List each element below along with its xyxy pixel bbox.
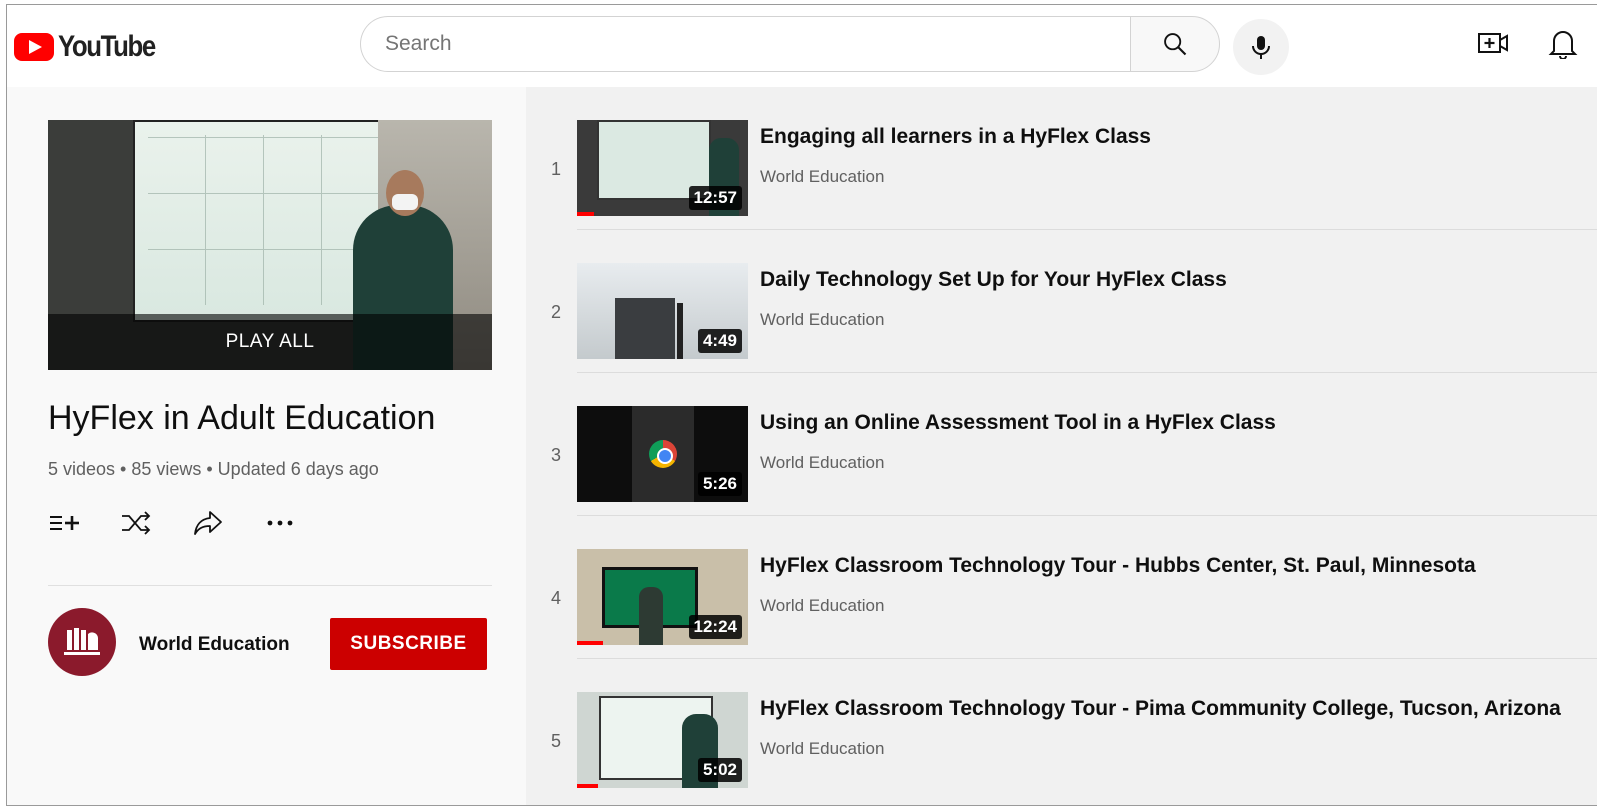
playlist-actions [48, 507, 296, 539]
create-video-icon [1478, 33, 1508, 53]
video-channel[interactable]: World Education [760, 167, 884, 187]
video-title[interactable]: Engaging all learners in a HyFlex Class [760, 125, 1151, 149]
playlist-thumbnail[interactable]: PLAY ALL [48, 120, 492, 370]
video-duration: 4:49 [697, 329, 742, 353]
video-channel[interactable]: World Education [760, 453, 884, 473]
subscribe-button[interactable]: SUBSCRIBE [330, 618, 487, 670]
create-button[interactable] [1477, 30, 1509, 61]
video-title[interactable]: HyFlex Classroom Technology Tour - Hubbs… [760, 554, 1476, 578]
video-thumbnail[interactable]: 4:49 [577, 263, 748, 359]
add-to-queue-button[interactable] [48, 507, 80, 539]
video-duration: 12:57 [688, 186, 742, 210]
thumb-art [639, 587, 663, 645]
share-icon [194, 511, 222, 535]
more-icon [267, 520, 293, 526]
chrome-logo-center [657, 448, 673, 464]
share-button[interactable] [192, 507, 224, 539]
browser-frame: YouTube Search PLAY ALL HyFlex in Adult … [6, 4, 1597, 806]
thumbnail-comic-grid [148, 135, 388, 305]
search-icon [1164, 33, 1187, 56]
subscribe-label: SUBSCRIBE [350, 633, 467, 654]
search-input[interactable]: Search [360, 16, 1130, 72]
channel-avatar[interactable] [48, 608, 116, 676]
video-channel[interactable]: World Education [760, 310, 884, 330]
video-index: 1 [550, 159, 561, 179]
playlist-title: HyFlex in Adult Education [48, 399, 436, 437]
sidebar-divider [48, 585, 492, 586]
video-thumbnail[interactable]: 12:57 [577, 120, 748, 216]
video-channel[interactable]: World Education [760, 739, 884, 759]
shuffle-button[interactable] [120, 507, 152, 539]
search-bar: Search [360, 16, 1220, 74]
voice-search-button[interactable] [1233, 19, 1289, 75]
bell-icon [1548, 31, 1578, 60]
video-duration: 12:24 [688, 615, 742, 639]
video-index: 2 [550, 302, 561, 322]
list-item[interactable]: 5 5:02 HyFlex Classroom Technology Tour … [526, 659, 1597, 802]
notifications-button[interactable] [1548, 27, 1578, 64]
video-duration: 5:26 [697, 472, 742, 496]
logo-text: YouTube [58, 30, 156, 63]
mic-icon [1252, 36, 1270, 59]
video-index: 4 [550, 588, 561, 608]
video-index: 3 [550, 445, 561, 465]
shuffle-icon [122, 511, 151, 535]
masthead: YouTube Search [7, 5, 1597, 87]
channel-name[interactable]: World Education [139, 634, 290, 656]
play-all-label: PLAY ALL [225, 331, 315, 352]
playlist-sidebar: PLAY ALL HyFlex in Adult Education 5 vid… [7, 87, 526, 805]
thumbnail-presenter-mask [392, 194, 418, 210]
video-channel[interactable]: World Education [760, 596, 884, 616]
thumb-art [615, 298, 675, 359]
list-item[interactable]: 1 12:57 Engaging all learners in a HyFle… [526, 87, 1597, 230]
playlist-stats: 5 videos • 85 views • Updated 6 days ago [48, 459, 379, 479]
watch-progress-bar [577, 784, 598, 788]
list-item[interactable]: 2 4:49 Daily Technology Set Up for Your … [526, 230, 1597, 373]
video-thumbnail[interactable]: 12:24 [577, 549, 748, 645]
play-all-button[interactable]: PLAY ALL [48, 314, 492, 370]
youtube-logo[interactable]: YouTube [14, 30, 171, 64]
search-button[interactable] [1130, 16, 1220, 72]
video-thumbnail[interactable]: 5:26 [577, 406, 748, 502]
video-duration: 5:02 [697, 758, 742, 782]
video-title[interactable]: Using an Online Assessment Tool in a HyF… [760, 411, 1276, 435]
youtube-logo-icon [14, 33, 54, 61]
add-to-queue-icon [50, 516, 79, 530]
video-title[interactable]: HyFlex Classroom Technology Tour - Pima … [760, 697, 1561, 721]
video-thumbnail[interactable]: 5:02 [577, 692, 748, 788]
watch-progress-bar [577, 212, 595, 216]
video-index: 5 [550, 731, 561, 751]
playlist-video-list: 1 12:57 Engaging all learners in a HyFle… [526, 87, 1597, 805]
video-title[interactable]: Daily Technology Set Up for Your HyFlex … [760, 268, 1227, 292]
list-item[interactable]: 3 5:26 Using an Online Assessment Tool i… [526, 373, 1597, 516]
world-education-logo-icon [64, 628, 100, 655]
watch-progress-bar [577, 641, 603, 645]
thumb-art [677, 303, 683, 359]
more-options-button[interactable] [264, 507, 296, 539]
list-item[interactable]: 4 12:24 HyFlex Classroom Technology Tour… [526, 516, 1597, 659]
